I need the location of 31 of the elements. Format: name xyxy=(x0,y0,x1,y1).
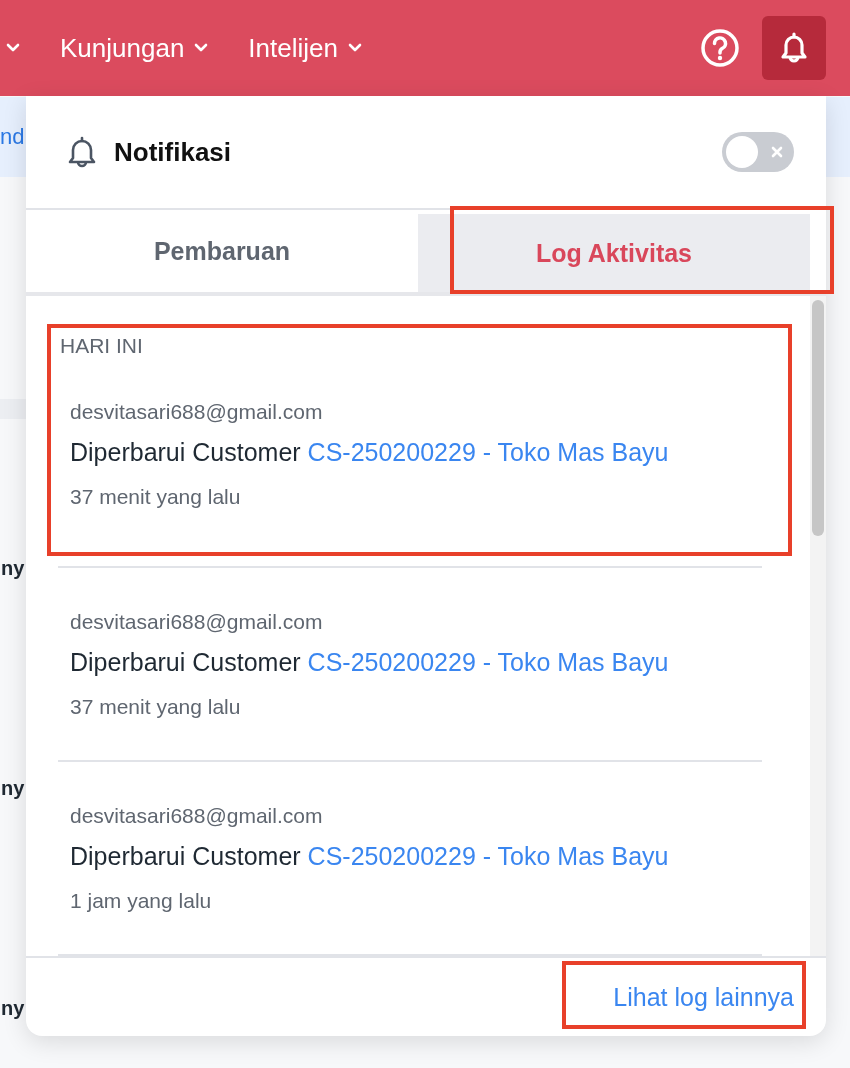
view-more-link[interactable]: Lihat log lainnya xyxy=(613,982,794,1012)
tab[interactable]: Log Aktivitas xyxy=(418,214,810,292)
caret-icon xyxy=(194,43,209,53)
row-text: ny xyxy=(1,777,25,799)
help-icon[interactable] xyxy=(700,28,740,68)
scrollbar[interactable] xyxy=(810,296,826,956)
activity-text: Diperbarui Customer CS-250200229 - Toko Mas Bayu xyxy=(70,841,670,871)
timestamp: 37 menit yang lalu xyxy=(70,485,242,509)
caret-icon xyxy=(347,43,362,53)
nav-menu-item[interactable] xyxy=(6,43,20,53)
row-text: ny xyxy=(1,997,25,1019)
customer-link[interactable]: CS-250200229 - Toko Mas Bayu xyxy=(307,438,669,466)
timestamp: 37 menit yang lalu xyxy=(70,694,242,719)
notifications-button[interactable] xyxy=(762,16,826,80)
user-email: desvitasari688@gmail.com xyxy=(70,400,324,424)
user-email: desvitasari688@gmail.com xyxy=(70,609,324,634)
nav-menu-item[interactable]: Intelijen xyxy=(248,32,362,64)
activity-text: Diperbarui Customer CS-250200229 - Toko Mas Bayu xyxy=(70,438,670,467)
group-label: HARI INI xyxy=(60,334,144,358)
user-email: desvitasari688@gmail.com xyxy=(70,803,324,828)
nav-menu-item[interactable]: Kunjungan xyxy=(60,32,209,64)
close-icon xyxy=(771,146,783,158)
panel-title: Notifikasi xyxy=(114,136,233,168)
banner-text: nd xyxy=(0,124,25,150)
timestamp: 1 jam yang lalu xyxy=(70,888,213,913)
row-text: ny xyxy=(1,557,25,579)
activity-text: Diperbarui Customer CS-250200229 - Toko Mas Bayu xyxy=(70,647,670,677)
notification-toggle[interactable] xyxy=(722,132,794,172)
customer-link[interactable]: CS-250200229 - Toko Mas Bayu xyxy=(307,647,669,676)
customer-link[interactable]: CS-250200229 - Toko Mas Bayu xyxy=(307,841,669,870)
caret-icon xyxy=(6,43,20,53)
